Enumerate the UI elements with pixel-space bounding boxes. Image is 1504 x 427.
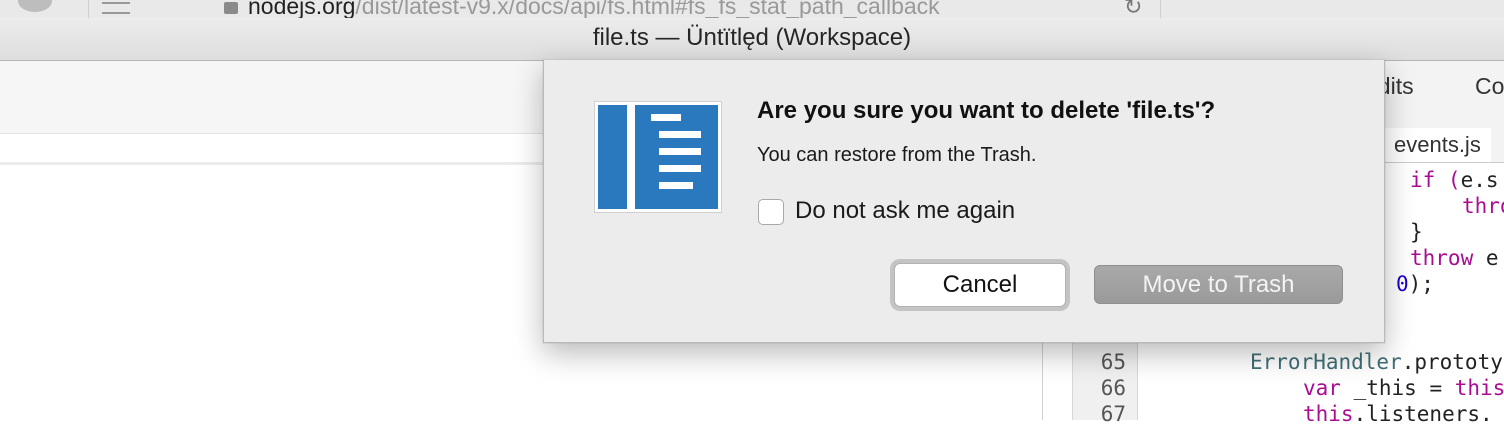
code-token: ErrorHandler [1250, 350, 1402, 374]
code-token: _this = [1340, 376, 1455, 400]
code-token: .listeners. [1353, 402, 1493, 426]
code-token: .prototy [1401, 350, 1503, 374]
menu-icon[interactable] [102, 2, 130, 14]
cancel-button[interactable]: Cancel [894, 263, 1066, 307]
code-token: this [1454, 376, 1504, 400]
reload-icon[interactable]: ↻ [1124, 0, 1142, 18]
code-line: throw e [1410, 245, 1499, 271]
code-token: e.s [1460, 168, 1499, 192]
line-number: 66 [1100, 376, 1126, 400]
dialog-message: You can restore from the Trash. [757, 144, 1037, 166]
code-token: throw [1410, 246, 1474, 270]
do-not-ask-label[interactable]: Do not ask me again [795, 197, 1015, 225]
url-path: /dist/latest-v9.x/docs/api/fs.html#fs_fs… [355, 0, 940, 19]
code-token: 0 [1396, 272, 1409, 296]
code-line: 0); [1396, 271, 1434, 297]
code-line: this.listeners. [1303, 401, 1493, 427]
dialog-title: Are you sure you want to delete 'file.ts… [757, 97, 1216, 124]
lock-icon [224, 2, 238, 14]
do-not-ask-checkbox[interactable] [758, 199, 784, 225]
toolbar-divider [1160, 0, 1161, 18]
code-line: if (e.s [1410, 167, 1499, 193]
code-line: ErrorHandler.prototy [1250, 349, 1503, 375]
code-token: this [1303, 402, 1354, 426]
line-number: 67 [1100, 402, 1126, 426]
code-token: thro [1462, 194, 1504, 218]
url-host: nodejs.org [248, 0, 356, 19]
code-token: } [1410, 220, 1423, 244]
code-token: var [1303, 376, 1341, 400]
browser-profile-icon[interactable] [18, 0, 52, 12]
code-line: } [1410, 219, 1423, 245]
code-token: e [1473, 246, 1499, 270]
line-number: 65 [1100, 350, 1126, 374]
browser-toolbar: nodejs.org/dist/latest-v9.x/docs/api/fs.… [0, 0, 1504, 19]
move-to-trash-button[interactable]: Move to Trash [1094, 265, 1343, 304]
window-titlebar: file.ts — Üntïtlęd (Workspace) [0, 18, 1504, 61]
tab-console[interactable]: Co [1475, 73, 1504, 100]
toolbar-divider [88, 0, 89, 18]
address-bar[interactable]: nodejs.org/dist/latest-v9.x/docs/api/fs.… [248, 0, 940, 19]
code-line: var _this = this [1303, 375, 1504, 401]
code-token: ); [1408, 272, 1434, 296]
window-title: file.ts — Üntïtlęd (Workspace) [592, 24, 912, 51]
file-tab-events-js[interactable]: events.js [1383, 128, 1491, 162]
code-token: if ( [1410, 168, 1461, 192]
delete-confirm-dialog: Are you sure you want to delete 'file.ts… [543, 60, 1385, 343]
document-icon [594, 101, 722, 213]
code-line: thro [1462, 193, 1504, 219]
